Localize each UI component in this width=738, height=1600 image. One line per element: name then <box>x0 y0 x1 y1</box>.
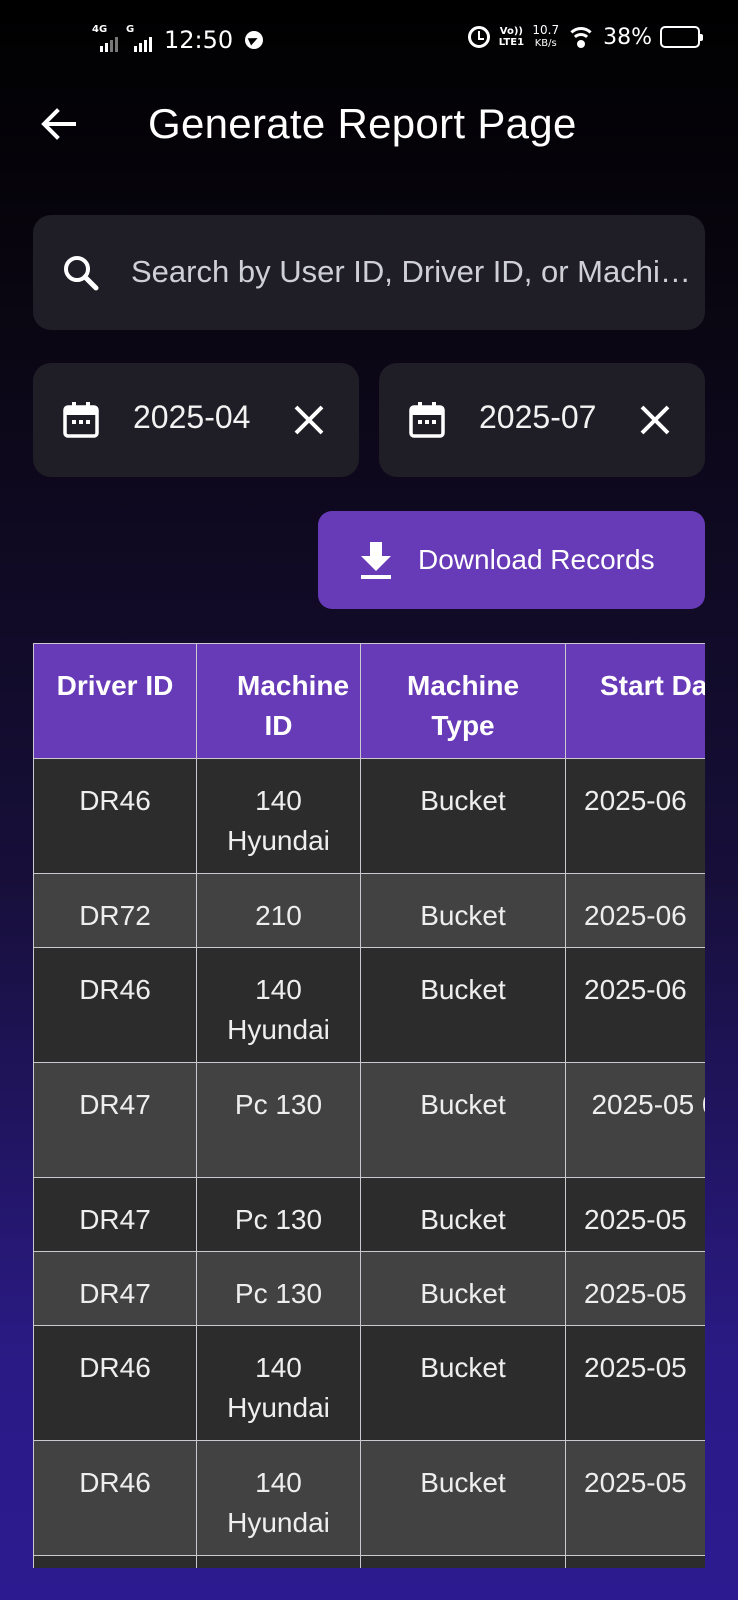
wifi-icon <box>567 26 596 48</box>
page-title: Generate Report Page <box>148 100 577 147</box>
volte-icon: Vo)) LTE1 <box>498 26 525 48</box>
table-row[interactable]: DR47 Pc 130 Bucket 2025-05 <box>33 1251 705 1326</box>
cell-start-date: 2025-06 <box>565 758 705 874</box>
cell-machine-type: Bucket <box>360 1440 566 1556</box>
status-bar-left: 4G G 12:50 <box>92 24 264 54</box>
cell-start-date: 2025-06 <box>565 947 705 1063</box>
column-header-machine-id[interactable]: Machine ID <box>196 643 361 759</box>
table-row[interactable]: DR47 Pc 130 Bucket 2025-05 0 <box>33 1062 705 1178</box>
end-date-field[interactable]: 2025-07 <box>379 363 705 477</box>
cell-driver-id: DR72 <box>33 873 197 948</box>
cell-machine-id: 140 Hyundai <box>196 947 361 1063</box>
table-row[interactable]: DR47 Pc 130 Bucket 2025-05 <box>33 1177 705 1252</box>
table-row[interactable]: DR46 140 Hyundai Bucket 2025-05 <box>33 1325 705 1441</box>
download-records-label: Download Records <box>418 544 655 575</box>
cell-machine-type: Bucket <box>360 1325 566 1441</box>
cell-machine-type: Bucket <box>360 758 566 874</box>
table-row[interactable]: DR72 210 Bucket 2025-06 <box>33 873 705 948</box>
cell-start-date: 2025-05 0 <box>565 1062 705 1178</box>
cell-machine-id: 140 Hyundai <box>196 758 361 874</box>
cell-start-date: 2025-05 <box>565 1177 705 1252</box>
alarm-icon <box>468 26 491 48</box>
download-icon <box>361 542 391 579</box>
cell-start-date: 2025-06 <box>565 873 705 948</box>
telegram-icon <box>245 31 264 49</box>
start-date-value: 2025-04 <box>133 399 251 435</box>
column-header-start-date[interactable]: Start Da <box>565 643 705 759</box>
cell-driver-id: DR46 <box>33 758 197 874</box>
cell-driver-id: DR46 <box>33 1440 197 1556</box>
cell-driver-id: DR46 <box>33 1325 197 1441</box>
table-header-row: Driver ID Machine ID Machine Type Start … <box>33 643 705 759</box>
calendar-icon <box>409 402 445 438</box>
back-button[interactable] <box>38 104 78 144</box>
network-type-label: G <box>126 24 135 35</box>
search-input[interactable] <box>131 247 691 297</box>
cell-start-date: 2025-05 <box>565 1251 705 1326</box>
cell-machine-id: Pc 130 <box>196 1251 361 1326</box>
table-row[interactable]: DR46 140 Hyundai Bucket 2025-05 <box>33 1440 705 1556</box>
signal-4g-icon: 4G <box>92 24 120 52</box>
cell-machine-type: Bucket <box>360 1062 566 1178</box>
cell-machine-id: 140 Hyundai <box>196 1440 361 1556</box>
cell-machine-id: Pc 130 <box>196 1062 361 1178</box>
calendar-icon <box>63 402 99 438</box>
cell-machine-id: 210 <box>196 873 361 948</box>
column-header-driver-id[interactable]: Driver ID <box>33 643 197 759</box>
records-table-container[interactable]: Driver ID Machine ID Machine Type Start … <box>33 643 705 1568</box>
table-row-partial[interactable] <box>33 1555 705 1568</box>
battery-icon <box>660 26 703 48</box>
cell-machine-type: Bucket <box>360 947 566 1063</box>
arrow-left-icon <box>41 108 76 140</box>
end-date-value: 2025-07 <box>479 399 597 435</box>
table-row[interactable]: DR46 140 Hyundai Bucket 2025-06 <box>33 947 705 1063</box>
cell-start-date: 2025-05 <box>565 1440 705 1556</box>
cell-driver-id: DR46 <box>33 947 197 1063</box>
battery-percent: 38% <box>603 24 652 50</box>
cell-machine-id: Pc 130 <box>196 1177 361 1252</box>
search-icon <box>64 256 99 291</box>
records-table: Driver ID Machine ID Machine Type Start … <box>33 643 705 1568</box>
download-records-button[interactable]: Download Records <box>318 511 705 609</box>
status-bar: 4G G 12:50 Vo)) LTE1 10.7 KB/s 38% <box>0 0 738 80</box>
cell-start-date: 2025-05 <box>565 1325 705 1441</box>
start-date-field[interactable]: 2025-04 <box>33 363 359 477</box>
close-icon[interactable] <box>291 402 327 438</box>
cell-driver-id: DR47 <box>33 1062 197 1178</box>
table-row[interactable]: DR46 140 Hyundai Bucket 2025-06 <box>33 758 705 874</box>
status-bar-right: Vo)) LTE1 10.7 KB/s 38% <box>468 24 703 50</box>
signal-g-icon: G <box>126 24 154 52</box>
cell-driver-id: DR47 <box>33 1251 197 1326</box>
cell-machine-type: Bucket <box>360 1177 566 1252</box>
clock: 12:50 <box>164 26 234 54</box>
cell-machine-id: 140 Hyundai <box>196 1325 361 1441</box>
network-speed: 10.7 KB/s <box>532 24 559 50</box>
network-type-label: 4G <box>92 24 108 35</box>
speed-unit: KB/s <box>534 38 557 49</box>
cell-driver-id: DR47 <box>33 1177 197 1252</box>
cell-machine-type: Bucket <box>360 1251 566 1326</box>
speed-value: 10.7 <box>532 23 560 37</box>
cell-machine-type: Bucket <box>360 873 566 948</box>
search-box[interactable] <box>33 215 705 330</box>
close-icon[interactable] <box>637 402 673 438</box>
column-header-machine-type[interactable]: Machine Type <box>360 643 566 759</box>
table-body: DR46 140 Hyundai Bucket 2025-06 DR72 210… <box>33 758 705 1568</box>
